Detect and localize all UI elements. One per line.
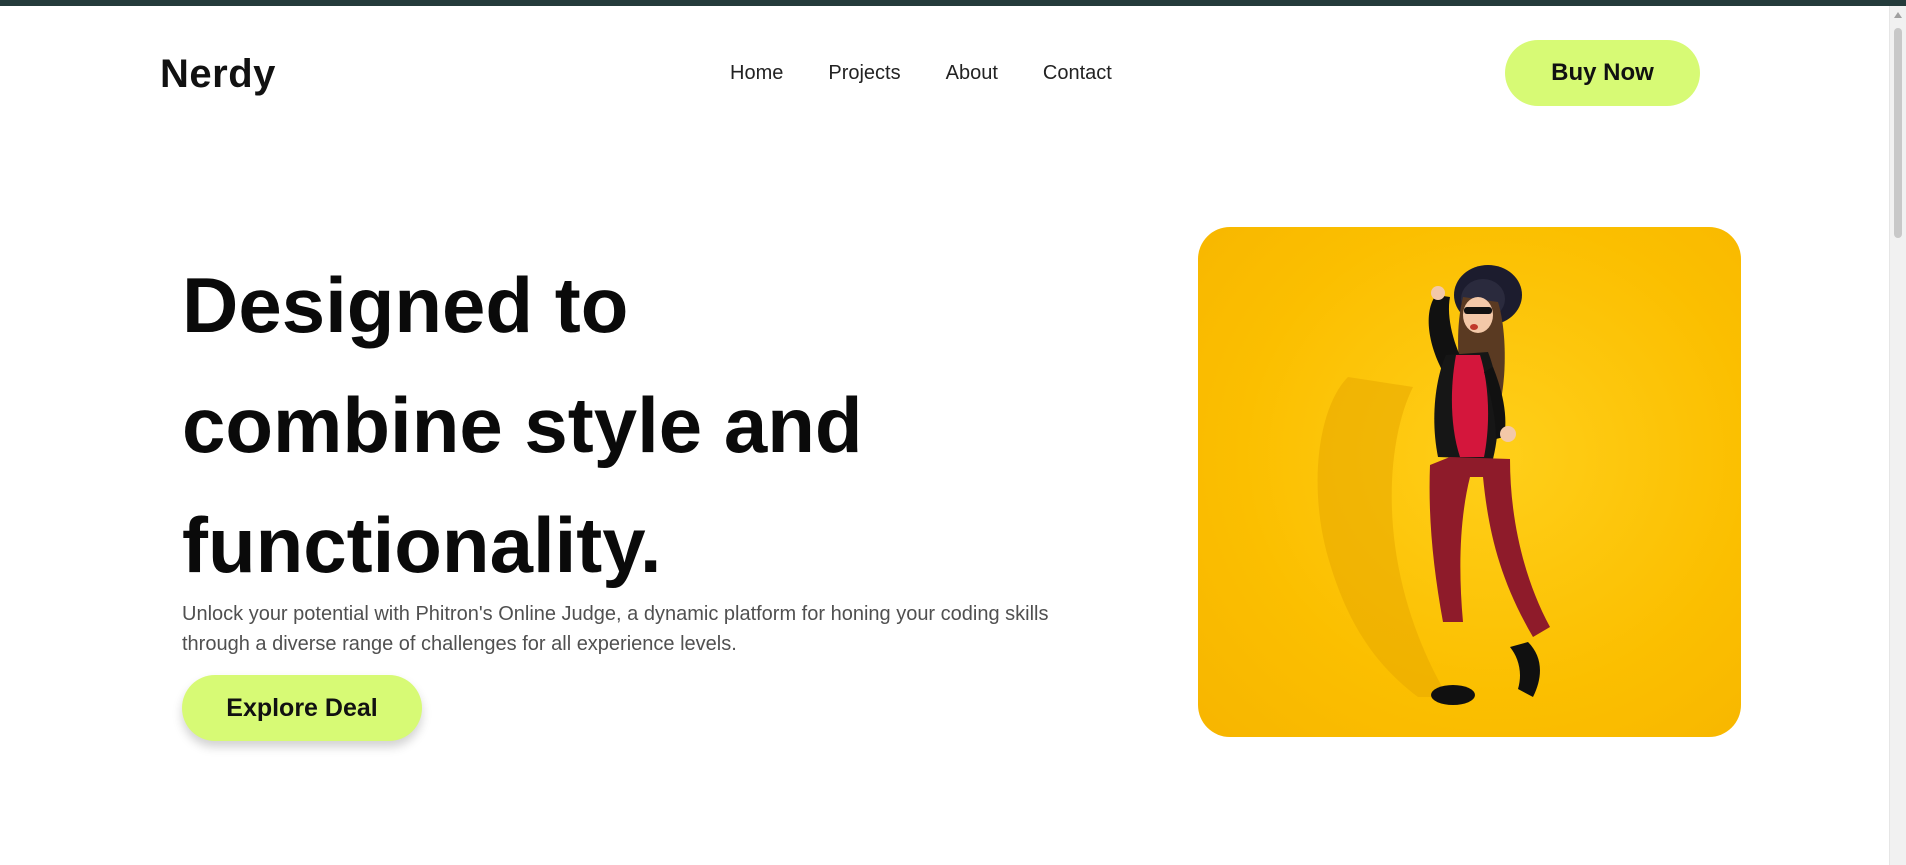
hero-photo-illustration bbox=[1317, 265, 1550, 705]
scrollbar-thumb[interactable] bbox=[1894, 28, 1902, 238]
nav-link-home[interactable]: Home bbox=[730, 62, 783, 85]
explore-deal-button[interactable]: Explore Deal bbox=[182, 675, 422, 741]
nav-link-projects[interactable]: Projects bbox=[828, 62, 900, 85]
buy-now-button[interactable]: Buy Now bbox=[1505, 40, 1700, 106]
hero-description: Unlock your potential with Phitron's Onl… bbox=[182, 603, 1049, 655]
site-header: Nerdy Home Projects About Contact Buy No… bbox=[160, 38, 1700, 108]
main-nav: Home Projects About Contact bbox=[730, 62, 1112, 85]
page-scrollbar[interactable] bbox=[1889, 6, 1906, 865]
brand-logo[interactable]: Nerdy bbox=[160, 52, 276, 97]
nav-link-about[interactable]: About bbox=[946, 62, 998, 85]
hero-image bbox=[1198, 227, 1741, 737]
scroll-up-icon[interactable] bbox=[1894, 12, 1902, 18]
hero-section: Designed to combine style and functional… bbox=[182, 245, 1062, 741]
nav-link-contact[interactable]: Contact bbox=[1043, 62, 1112, 85]
top-bar bbox=[0, 0, 1906, 6]
hero-title: Designed to combine style and functional… bbox=[182, 261, 863, 589]
